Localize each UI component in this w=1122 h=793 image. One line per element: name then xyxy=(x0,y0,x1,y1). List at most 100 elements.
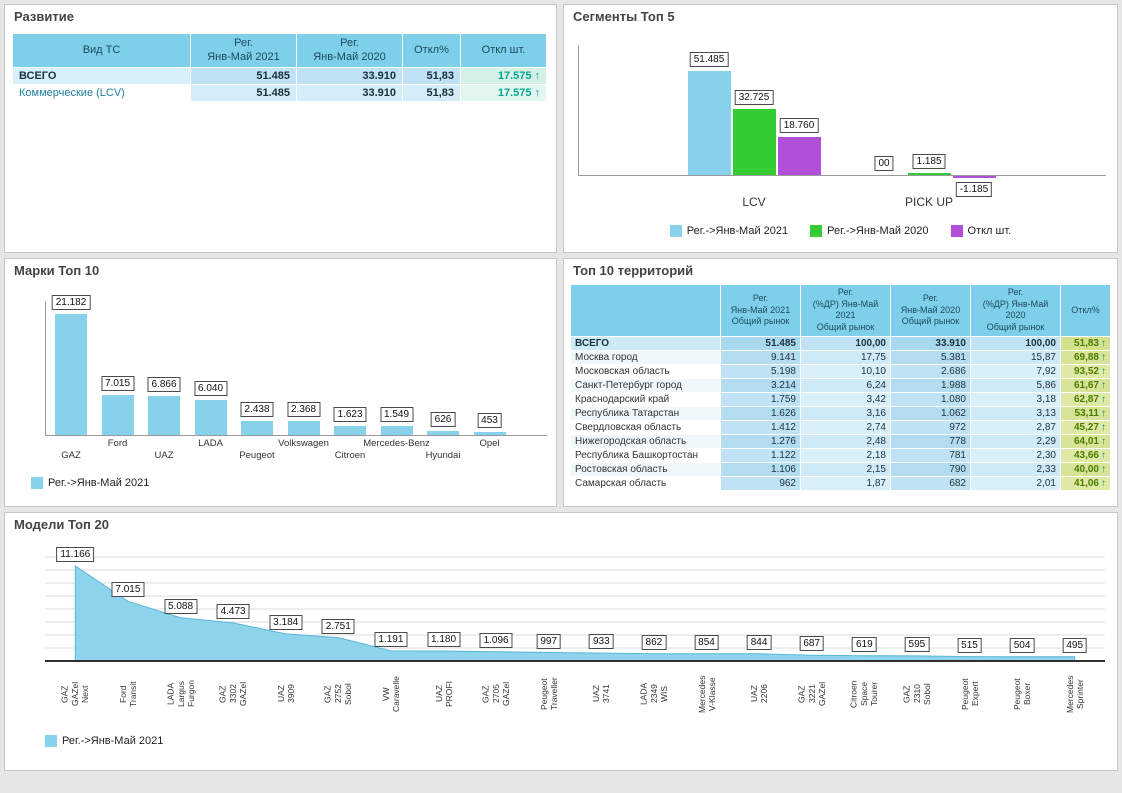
segment-bar[interactable] xyxy=(733,109,776,175)
territory-reg-2020: 778 xyxy=(890,433,971,449)
territory-reg-2021: 5.198 xyxy=(720,363,801,379)
territory-share-2021: 3,42 xyxy=(800,391,891,407)
brand-bar[interactable] xyxy=(473,432,506,435)
bar-value-label: 51.485 xyxy=(689,52,729,67)
bar-value-label: 18.760 xyxy=(779,118,819,133)
legend-item[interactable]: Откл шт. xyxy=(950,225,1011,237)
territory-name[interactable]: Республика Башкортостан xyxy=(570,447,721,463)
legend-item[interactable]: Рег.->Янв-Май 2021 xyxy=(45,735,163,747)
point-value-label: 5.088 xyxy=(163,598,198,614)
territory-row: Ростовская область 1.106 2,15 790 2,33 40,00 ↑ xyxy=(570,461,1111,477)
segments-bar-chart: 51.485 32.725 18.760 LCV 00 1.185 -1.185 PICK U… xyxy=(564,29,1117,223)
territory-column-header[interactable]: Рег. Янв-Май 2021 Общий рынок xyxy=(720,284,801,337)
point-value-label: 595 xyxy=(904,636,930,652)
territory-row: Республика Башкортостан 1.122 2,18 781 2,30 4… xyxy=(570,447,1111,463)
razvitie-column-header[interactable]: Откл% xyxy=(402,33,461,68)
razvitie-column-header[interactable]: Вид ТС xyxy=(12,33,191,68)
models-axis-labels: GAZ GAZel Next Ford Transit LADA Largus Fu… xyxy=(5,667,1117,725)
legend-item[interactable]: Рег.->Янв-Май 2021 xyxy=(31,477,149,489)
territory-reg-2021: 9.141 xyxy=(720,349,801,365)
category-label: GAZ xyxy=(61,450,81,461)
brand-bar[interactable] xyxy=(380,426,413,435)
territory-column-header[interactable]: Рег. (%ДР) Янв-Май 2021 Общий рынок xyxy=(800,284,891,337)
territory-column-header[interactable]: Откл% xyxy=(1060,284,1111,337)
brand-bar[interactable] xyxy=(55,314,87,435)
razvitie-column-header[interactable]: Рег. Янв-Май 2021 xyxy=(190,33,297,68)
segment-bar[interactable] xyxy=(908,173,951,175)
territory-share-2021: 1,87 xyxy=(800,475,891,491)
razvitie-row-label[interactable]: ВСЕГО xyxy=(12,67,191,85)
point-value-label: 7.015 xyxy=(111,582,145,598)
territory-name[interactable]: Ростовская область xyxy=(570,461,721,477)
panel-title-segmenty: Сегменты Топ 5 xyxy=(573,9,675,24)
category-label: Volkswagen xyxy=(278,438,329,449)
brand-bar[interactable] xyxy=(427,431,459,435)
territory-reg-2020: 1.988 xyxy=(890,377,971,393)
model-label: GAZ 3221 GAZel xyxy=(796,681,827,707)
trend-up-icon: ↑ xyxy=(534,87,541,99)
territory-name[interactable]: ВСЕГО xyxy=(570,335,721,351)
brand-bar[interactable] xyxy=(148,396,180,435)
legend-swatch-icon xyxy=(810,225,823,237)
legend-label: Рег.->Янв-Май 2021 xyxy=(48,477,150,489)
territory-reg-2021: 1.412 xyxy=(720,419,801,435)
segments-legend: Рег.->Янв-Май 2021 Рег.->Янв-Май 2020 Откл… xyxy=(564,225,1117,237)
territory-name[interactable]: Нижегородская область xyxy=(570,433,721,449)
territory-name[interactable]: Свердловская область xyxy=(570,419,721,435)
territory-otkl-pct: 45,27 ↑ xyxy=(1060,419,1111,435)
territory-row: Москва город 9.141 17,75 5.381 15,87 69,88 ↑ xyxy=(570,349,1111,365)
razvitie-column-header[interactable]: Откл шт. xyxy=(460,33,547,68)
razvitie-column-header[interactable]: Рег. Янв-Май 2020 xyxy=(296,33,403,68)
territory-name[interactable]: Краснодарский край xyxy=(570,391,721,407)
territory-reg-2021: 51.485 xyxy=(720,335,801,351)
model-label: UAZ 2206 xyxy=(748,684,770,704)
razvitie-otkl-pct: 51,83 xyxy=(402,67,461,85)
segment-bar[interactable] xyxy=(953,176,996,178)
territory-reg-2020: 2.686 xyxy=(890,363,971,379)
model-label: Citroen Space Tourer xyxy=(849,680,880,708)
territory-reg-2020: 682 xyxy=(890,475,971,491)
legend-item[interactable]: Рег.->Янв-Май 2021 xyxy=(669,225,788,237)
territory-share-2021: 3,16 xyxy=(800,405,891,421)
point-value-label: 619 xyxy=(851,636,877,652)
territory-share-2020: 2,01 xyxy=(970,475,1061,491)
segment-bar[interactable] xyxy=(688,71,731,175)
trend-up-icon: ↑ xyxy=(1101,351,1106,363)
y-axis xyxy=(45,301,46,435)
model-label: GAZ 2752 Sobol xyxy=(323,683,354,705)
bi-dashboard: Развитие Вид ТС Рег. Янв-Май 2021 Рег. Янв… xyxy=(0,0,1122,793)
legend-label: Рег.->Янв-Май 2021 xyxy=(62,735,164,747)
model-label: GAZ 2310 Sobol xyxy=(901,683,932,705)
territory-reg-2020: 781 xyxy=(890,447,971,463)
model-label: UAZ 3909 xyxy=(275,684,296,704)
brand-bar[interactable] xyxy=(194,400,227,435)
territory-name[interactable]: Республика Татарстан xyxy=(570,405,721,421)
territory-column-header[interactable] xyxy=(570,284,721,337)
brand-bar[interactable] xyxy=(101,395,134,435)
legend-item[interactable]: Рег.->Янв-Май 2020 xyxy=(810,225,929,237)
territory-share-2021: 6,24 xyxy=(800,377,891,393)
territory-share-2021: 2,74 xyxy=(800,419,891,435)
brand-bar[interactable] xyxy=(334,426,366,435)
territory-otkl-pct: 61,67 ↑ xyxy=(1060,377,1111,393)
category-label: Citroen xyxy=(334,450,366,461)
territory-column-header[interactable]: Рег. Янв-Май 2020 Общий рынок xyxy=(890,284,971,337)
razvitie-row-label[interactable]: Коммерческие (LCV) xyxy=(12,84,191,102)
segment-bar[interactable] xyxy=(778,137,821,175)
trend-up-icon: ↑ xyxy=(1101,407,1106,419)
brand-bar[interactable] xyxy=(287,421,320,435)
territory-name[interactable]: Самарская область xyxy=(570,475,721,491)
territory-name[interactable]: Санкт-Петербург город xyxy=(570,377,721,393)
territory-otkl-pct: 40,00 ↑ xyxy=(1060,461,1111,477)
territory-reg-2020: 790 xyxy=(890,461,971,477)
category-label: Ford xyxy=(107,438,128,449)
territory-name[interactable]: Москва город xyxy=(570,349,721,365)
territory-reg-2021: 1.122 xyxy=(720,447,801,463)
legend-swatch-icon xyxy=(669,225,682,237)
territory-column-header[interactable]: Рег. (%ДР) Янв-Май 2020 Общий рынок xyxy=(970,284,1061,337)
territory-reg-2021: 1.106 xyxy=(720,461,801,477)
brand-bar[interactable] xyxy=(241,421,273,435)
category-label: PICK UP xyxy=(904,195,954,209)
territory-name[interactable]: Московская область xyxy=(570,363,721,379)
point-value-label: 854 xyxy=(694,634,719,650)
